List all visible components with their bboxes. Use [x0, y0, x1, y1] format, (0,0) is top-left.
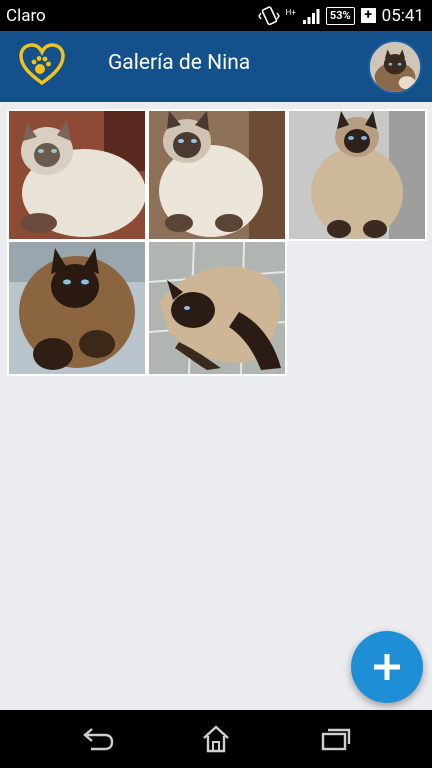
avatar-photo	[370, 42, 420, 92]
cat-photo-5	[149, 242, 285, 374]
cat-photo-3	[289, 111, 425, 239]
battery-percent: 53%	[329, 9, 351, 22]
gallery-photo-5[interactable]	[147, 240, 287, 376]
back-icon[interactable]	[79, 725, 115, 753]
app-bar: Galería de Nina	[0, 31, 432, 102]
gallery-photo-3[interactable]	[287, 109, 427, 241]
cat-photo-4	[9, 242, 145, 374]
page-title: Galería de Nina	[108, 51, 251, 75]
plus-icon	[374, 654, 400, 680]
navigation-bar	[0, 710, 432, 768]
charging-icon: +	[360, 8, 376, 23]
gallery-photo-4[interactable]	[7, 240, 147, 376]
cat-photo-1	[9, 111, 145, 239]
signal-icon	[302, 8, 320, 24]
cat-photo-2	[149, 111, 285, 239]
home-icon[interactable]	[198, 725, 234, 753]
carrier-label: Claro	[6, 5, 46, 26]
battery-indicator: 53%	[325, 6, 355, 25]
network-type: H+	[285, 7, 296, 17]
status-icons: H+ 53% + 05:41	[257, 5, 424, 26]
recents-icon[interactable]	[318, 725, 354, 753]
heart-paw-icon	[19, 43, 65, 86]
status-bar: Claro H+ 53% + 05:41	[0, 0, 432, 31]
clock: 05:41	[381, 5, 424, 26]
gallery-photo-2[interactable]	[147, 109, 287, 241]
avatar[interactable]	[368, 40, 422, 94]
add-photo-button[interactable]	[351, 631, 423, 703]
vibrate-icon	[257, 5, 280, 25]
gallery-photo-1[interactable]	[7, 109, 147, 241]
